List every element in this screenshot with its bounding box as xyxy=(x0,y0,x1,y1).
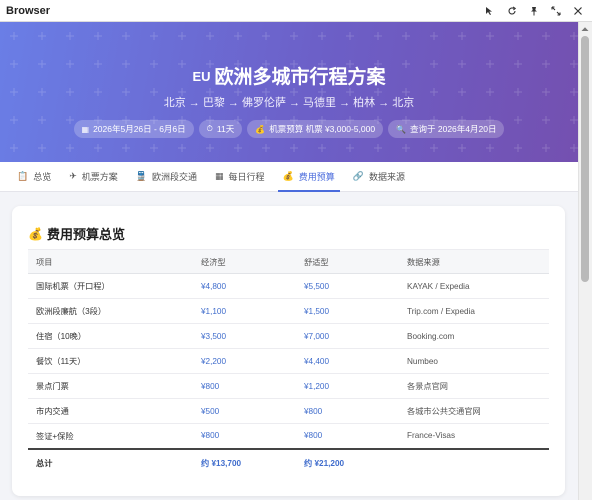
money-bag-icon: 💰 xyxy=(28,226,43,241)
total-comfort: 约 ¥21,200 xyxy=(296,447,399,476)
page-title-text: 欧洲多城市行程方案 xyxy=(214,67,386,88)
tab-label: 欧洲段交通 xyxy=(152,172,198,182)
table-header-row: 项目 经济型 舒适型 数据来源 xyxy=(28,249,549,274)
money-bag-icon: 💰 xyxy=(282,171,294,181)
column-header-item: 项目 xyxy=(28,249,193,274)
tab-label: 费用预算 xyxy=(298,172,335,182)
scroll-up-arrow-icon[interactable] xyxy=(578,22,592,36)
budget-title: 💰 费用预算总览 xyxy=(28,224,125,243)
table-row: 住宿（10晚） ¥3,500 ¥7,000 Booking.com xyxy=(28,323,549,349)
duration-pill: ⏱ 11天 xyxy=(198,120,243,138)
economy-cell: ¥1,100 xyxy=(193,298,296,324)
comfort-cell: ¥7,000 xyxy=(296,323,399,349)
source-cell: France-Visas xyxy=(399,423,549,449)
close-icon[interactable] xyxy=(568,2,588,20)
hero-banner: EU 欧洲多城市行程方案 北京 → 巴黎 → 佛罗伦萨 → 马德里 → 柏林 → … xyxy=(0,22,578,162)
flight-budget-pill: 💰 机票预算 机票 ¥3,000-5,000 xyxy=(247,120,384,138)
tab-flights[interactable]: ✈ 机票方案 xyxy=(60,162,127,191)
route-summary: 北京 → 巴黎 → 佛罗伦萨 → 马德里 → 柏林 → 北京 xyxy=(163,97,415,109)
airplane-icon: ✈ xyxy=(69,171,77,181)
calendar-icon: ▦ xyxy=(215,171,224,181)
date-range-label: 2026年5月26日 - 6月6日 xyxy=(93,124,186,134)
budget-table: 项目 经济型 舒适型 数据来源 国际机票（开口程） ¥4,800 ¥5,500 … xyxy=(28,249,549,476)
duration-label: 11天 xyxy=(216,124,235,134)
magnifier-icon: 🔍 xyxy=(396,124,407,134)
tab-label: 数据来源 xyxy=(369,172,406,182)
hero-pattern xyxy=(0,22,578,162)
money-icon: 💰 xyxy=(255,124,266,134)
source-cell: 各景点官网 xyxy=(399,373,549,399)
source-cell: Booking.com xyxy=(399,323,549,349)
item-cell: 欧洲段廉航（3段） xyxy=(28,298,193,324)
economy-cell: ¥2,200 xyxy=(193,348,296,374)
item-cell: 景点门票 xyxy=(28,373,193,399)
browser-titlebar: Browser xyxy=(0,0,592,22)
query-date-pill: 🔍 查询于 2026年4月20日 xyxy=(388,120,505,138)
flight-budget-label: 机票预算 机票 ¥3,000-5,000 xyxy=(269,124,376,134)
pin-icon[interactable] xyxy=(524,2,544,20)
total-source xyxy=(399,447,549,476)
eu-flag-icon: EU xyxy=(192,69,211,84)
train-icon: 🚆 xyxy=(135,171,148,181)
comfort-cell: ¥1,500 xyxy=(296,298,399,324)
total-row: 总计 约 ¥13,700 约 ¥21,200 xyxy=(28,447,549,476)
economy-cell: ¥800 xyxy=(193,373,296,399)
link-icon: 🔗 xyxy=(352,171,365,181)
trip-info-pills: ▦ 2026年5月26日 - 6月6日 ⏱ 11天 💰 机票预算 机票 ¥3,0… xyxy=(0,120,578,138)
economy-cell: ¥3,500 xyxy=(193,323,296,349)
tab-label: 每日行程 xyxy=(228,172,265,182)
economy-cell: ¥800 xyxy=(193,423,296,449)
table-row: 国际机票（开口程） ¥4,800 ¥5,500 KAYAK / Expedia xyxy=(28,273,549,299)
item-cell: 住宿（10晚） xyxy=(28,323,193,349)
date-range-pill: ▦ 2026年5月26日 - 6月6日 xyxy=(73,120,194,138)
section-tabs: 📋 总览 ✈ 机票方案 🚆 欧洲段交通 ▦ 每日行程 💰 费用预算 🔗 数据来源 xyxy=(0,162,578,192)
tab-budget[interactable]: 💰 费用预算 xyxy=(274,162,344,192)
item-cell: 餐饮（11天） xyxy=(28,348,193,374)
scrollbar-thumb[interactable] xyxy=(581,36,589,282)
comfort-cell: ¥4,400 xyxy=(296,348,399,374)
economy-cell: ¥500 xyxy=(193,398,296,424)
budget-title-text: 费用预算总览 xyxy=(46,227,125,242)
source-cell: KAYAK / Expedia xyxy=(399,273,549,299)
reload-icon[interactable] xyxy=(502,2,522,20)
tab-data-sources[interactable]: 🔗 数据来源 xyxy=(344,162,414,191)
tab-label: 机票方案 xyxy=(81,172,118,182)
table-row: 欧洲段廉航（3段） ¥1,100 ¥1,500 Trip.com / Exped… xyxy=(28,298,549,324)
item-cell: 签证+保险 xyxy=(28,423,193,449)
comfort-cell: ¥800 xyxy=(296,398,399,424)
source-cell: Numbeo xyxy=(399,348,549,374)
total-economy: 约 ¥13,700 xyxy=(193,447,296,476)
tab-daily-itinerary[interactable]: ▦ 每日行程 xyxy=(206,162,274,191)
tab-label: 总览 xyxy=(33,172,52,182)
column-header-source: 数据来源 xyxy=(399,249,549,274)
tab-overview[interactable]: 📋 总览 xyxy=(8,162,60,191)
column-header-comfort: 舒适型 xyxy=(296,249,399,274)
economy-cell: ¥4,800 xyxy=(193,273,296,299)
table-row: 餐饮（11天） ¥2,200 ¥4,400 Numbeo xyxy=(28,348,549,374)
table-row: 景点门票 ¥800 ¥1,200 各景点官网 xyxy=(28,373,549,399)
item-cell: 市内交通 xyxy=(28,398,193,424)
clipboard-icon: 📋 xyxy=(17,171,29,181)
calendar-icon: ▦ xyxy=(81,124,90,134)
query-date-label: 查询于 2026年4月20日 xyxy=(410,124,497,134)
budget-card: 💰 费用预算总览 项目 经济型 舒适型 数据来源 国际机票（开口程） ¥4,80… xyxy=(12,206,565,496)
table-row: 签证+保险 ¥800 ¥800 France-Visas xyxy=(28,423,549,449)
comfort-cell: ¥800 xyxy=(296,423,399,449)
item-cell: 国际机票（开口程） xyxy=(28,273,193,299)
source-cell: 各城市公共交通官网 xyxy=(399,398,549,424)
table-row: 市内交通 ¥500 ¥800 各城市公共交通官网 xyxy=(28,398,549,424)
column-header-economy: 经济型 xyxy=(193,249,296,274)
window-title: Browser xyxy=(6,4,51,17)
tab-europe-transport[interactable]: 🚆 欧洲段交通 xyxy=(127,162,206,191)
comfort-cell: ¥1,200 xyxy=(296,373,399,399)
resize-icon[interactable] xyxy=(546,2,566,20)
source-cell: Trip.com / Expedia xyxy=(399,298,549,324)
pointer-icon[interactable] xyxy=(480,2,500,20)
stopwatch-icon: ⏱ xyxy=(206,124,213,133)
total-label: 总计 xyxy=(28,447,193,476)
page-title: EU 欧洲多城市行程方案 xyxy=(0,62,578,89)
comfort-cell: ¥5,500 xyxy=(296,273,399,299)
